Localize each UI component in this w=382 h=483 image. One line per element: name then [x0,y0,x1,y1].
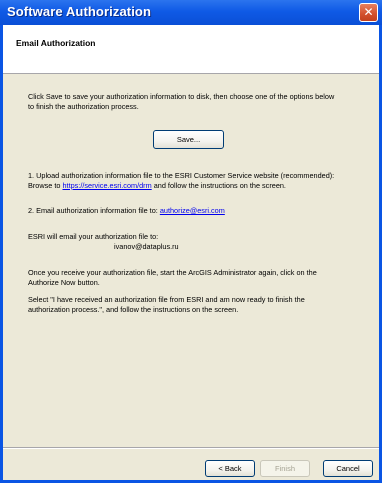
save-button[interactable]: Save... [153,130,224,149]
back-button[interactable]: < Back [205,460,255,477]
receive-line-2: Authorize Now button. [28,277,100,287]
option-2-prefix: 2. Email authorization information file … [28,206,160,215]
select-text: Select "I have received an authorization… [28,295,305,314]
wizard-header: Email Authorization [3,25,379,74]
page-title: Email Authorization [16,38,96,48]
save-button-label: Save... [176,135,201,144]
option-1-text: 1. Upload authorization information file… [28,171,334,190]
intro-line-2: to finish the authorization process. [28,101,139,111]
option-2-text: 2. Email authorization information file … [28,206,225,216]
receive-line-1: Once you receive your authorization file… [28,268,317,277]
close-icon: ✕ [363,5,374,19]
esri-service-link[interactable]: https://service.esri.com/drm [62,181,151,190]
software-authorization-window: Software Authorization ✕ Email Authoriza… [0,0,382,483]
footer-divider [3,447,379,449]
select-line-2: authorization process.", and follow the … [28,304,239,314]
finish-button-label: Finish [274,464,295,473]
intro-text: Click Save to save your authorization in… [28,92,334,111]
cancel-button[interactable]: Cancel [323,460,373,477]
finish-button[interactable]: Finish [260,460,310,477]
cancel-button-label: Cancel [336,464,360,473]
title-bar[interactable]: Software Authorization ✕ [0,0,382,25]
window-title: Software Authorization [7,4,151,19]
option-1-line-1: 1. Upload authorization information file… [28,171,335,180]
close-button[interactable]: ✕ [359,3,378,22]
select-line-1: Select "I have received an authorization… [28,295,305,304]
esri-email-text: ESRI will email your authorization file … [28,232,179,251]
intro-line-1: Click Save to save your authorization in… [28,92,335,101]
back-button-label: < Back [218,464,242,473]
user-email: ivanov@dataplus.ru [114,241,179,251]
esri-email-line: ESRI will email your authorization file … [28,232,159,241]
authorize-email-link[interactable]: authorize@esri.com [160,206,225,215]
option-1-prefix: Browse to [28,180,63,190]
dialog-client-area: Email Authorization Click Save to save y… [3,25,379,480]
option-1-suffix: and follow the instructions on the scree… [151,180,286,190]
receive-text: Once you receive your authorization file… [28,268,317,287]
option-1-line-2: Browse to https://service.esri.com/drm a… [28,181,334,191]
